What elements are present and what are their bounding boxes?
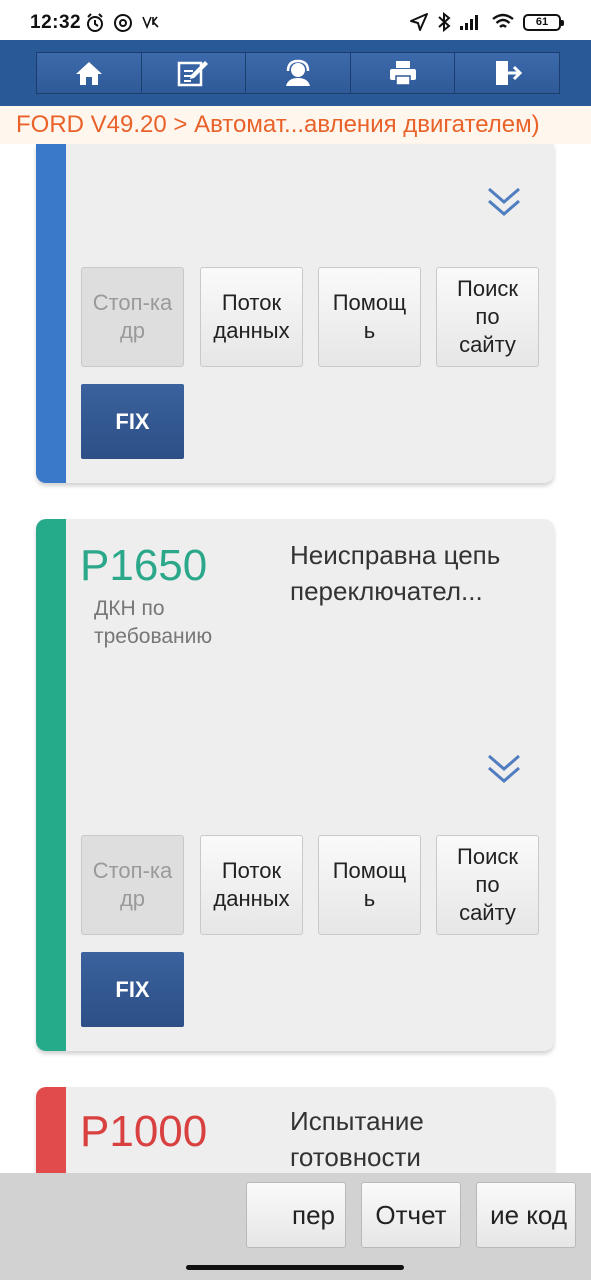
bottom-button-1-label: пер	[292, 1199, 335, 1230]
print-icon	[389, 61, 416, 86]
home-button[interactable]	[37, 53, 142, 93]
fix-label: FIX	[115, 408, 150, 434]
data-stream-label: Поток данных	[213, 858, 290, 911]
search-site-label: Поиск по сайту	[457, 276, 518, 357]
fix-label: FIX	[115, 976, 150, 1002]
battery-level: 61	[535, 16, 549, 28]
home-indicator[interactable]	[186, 1265, 404, 1270]
dtc-description: Испытание готовности	[290, 1106, 424, 1172]
search-site-button[interactable]: Поиск по сайту	[436, 267, 539, 367]
status-left-icons	[85, 13, 163, 33]
freeze-frame-button[interactable]: Стоп-ка др	[81, 267, 184, 367]
support-button[interactable]	[246, 53, 351, 93]
report-button-label: Отчет	[375, 1199, 447, 1230]
freeze-frame-label: Стоп-ка др	[92, 290, 173, 343]
battery-icon: 61	[523, 13, 564, 31]
expand-chevron-icon[interactable]	[486, 184, 522, 220]
dtc-code: P1650	[80, 541, 208, 590]
bottom-button-3-label: ие код	[490, 1199, 567, 1230]
bluetooth-icon	[438, 12, 451, 32]
dtc-card: Стоп-ка др Поток данных Помощ ь Поиск по…	[36, 144, 554, 483]
support-icon	[285, 59, 310, 86]
wifi-icon	[492, 13, 514, 28]
dtc-description: Неисправна цепь переключател...	[290, 540, 501, 606]
report-button[interactable]: Отчет	[361, 1182, 461, 1248]
breadcrumb: FORD V49.20 > Автомат...авления двигател…	[0, 106, 591, 144]
bottom-button-3[interactable]: ие код	[476, 1182, 576, 1248]
notification-icon	[142, 16, 159, 30]
exit-icon	[496, 61, 523, 85]
help-label: Помощ ь	[332, 858, 407, 911]
help-label: Помощ ь	[332, 290, 407, 343]
edit-icon	[178, 61, 209, 87]
status-bar: 12:32 61	[0, 0, 591, 40]
dtc-status: ДКН по требованию	[94, 597, 213, 648]
search-site-button[interactable]: Поиск по сайту	[436, 835, 539, 935]
toolbar-buttons	[36, 52, 560, 94]
freeze-frame-button[interactable]: Стоп-ка др	[81, 835, 184, 935]
status-right-icons: 61	[409, 12, 564, 32]
data-stream-label: Поток данных	[213, 290, 290, 343]
help-button[interactable]: Помощ ь	[318, 835, 421, 935]
card-stripe	[36, 144, 66, 483]
exit-button[interactable]	[455, 53, 559, 93]
data-stream-button[interactable]: Поток данных	[200, 267, 303, 367]
fix-button[interactable]: FIX	[81, 952, 184, 1027]
dtc-card: P1650 ДКН по требованию Неисправна цепь …	[36, 519, 554, 1051]
status-time: 12:32	[30, 12, 82, 33]
search-site-label: Поиск по сайту	[457, 844, 518, 925]
signal-icon	[460, 15, 478, 30]
toolbar	[0, 40, 591, 106]
card-stripe	[36, 519, 66, 1051]
fix-button[interactable]: FIX	[81, 384, 184, 459]
bottom-button-1[interactable]: пер	[246, 1182, 346, 1248]
bottom-action-bar: пер Отчет ие код	[0, 1173, 591, 1280]
alarm-icon	[87, 13, 103, 32]
home-icon	[75, 62, 102, 85]
print-button[interactable]	[350, 53, 456, 93]
edit-button[interactable]	[141, 53, 247, 93]
data-stream-button[interactable]: Поток данных	[200, 835, 303, 935]
location-icon	[410, 13, 428, 31]
dtc-code: P1000	[80, 1107, 208, 1156]
at-icon	[114, 14, 132, 32]
freeze-frame-label: Стоп-ка др	[92, 858, 173, 911]
help-button[interactable]: Помощ ь	[318, 267, 421, 367]
expand-chevron-icon[interactable]	[486, 751, 522, 787]
